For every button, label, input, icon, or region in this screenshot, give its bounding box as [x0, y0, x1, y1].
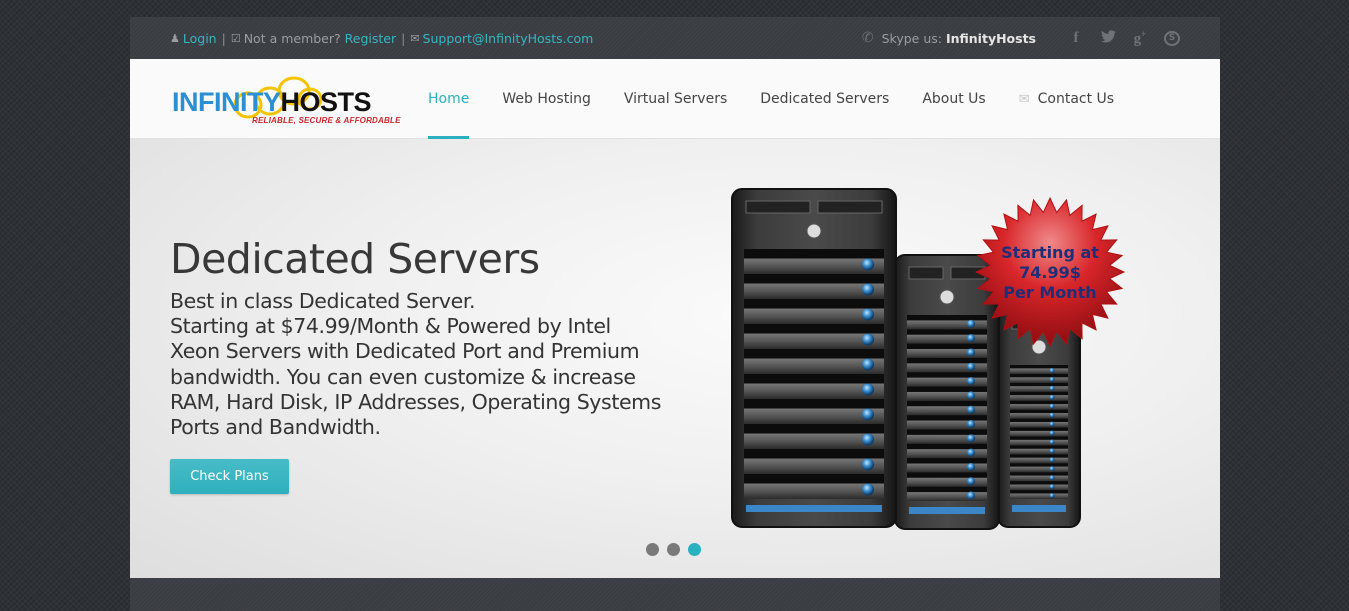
nav-label: Home — [428, 91, 470, 107]
divider: | — [401, 30, 406, 46]
brand-name: INFINITYHOSTS — [172, 87, 372, 118]
brand-tagline: RELIABLE, SECURE & AFFORDABLE — [252, 116, 401, 125]
hero-description: Best in class Dedicated Server. Starting… — [170, 289, 730, 440]
hero-line: bandwidth. You can even customize & incr… — [170, 364, 636, 389]
slider-dot-3[interactable] — [688, 543, 701, 556]
page-container: ♟ Login | ☑ Not a member? Register | ✉ S… — [130, 17, 1220, 611]
nav-item-about-us[interactable]: About Us — [922, 59, 985, 139]
check-plans-button[interactable]: Check Plans — [170, 459, 289, 494]
badge-text-line-1: Starting at — [1001, 243, 1099, 262]
skype-contact: ✆ Skype us: InfinityHosts — [862, 30, 1036, 46]
nav-label: Virtual Servers — [623, 91, 728, 107]
servers-illustration: Starting at74.99$Per Month — [731, 188, 1126, 530]
logo[interactable]: INFINITYHOSTS RELIABLE, SECURE & AFFORDA… — [172, 69, 400, 129]
twitter-icon[interactable] — [1100, 29, 1116, 47]
login-link[interactable]: Login — [183, 31, 217, 46]
brand-hosts: HOSTS — [280, 87, 372, 117]
not-member-text: Not a member? — [243, 30, 341, 46]
slider-pagination — [646, 543, 701, 556]
slider-dot-2[interactable] — [667, 543, 680, 556]
social-links: f g+ S — [1068, 29, 1180, 48]
content-strip — [130, 578, 1220, 611]
skype-icon[interactable]: S — [1164, 30, 1180, 46]
hero-title: Dedicated Servers — [170, 235, 540, 283]
skype-prefix: Skype us: — [881, 30, 942, 46]
envelope-icon: ✉ — [410, 31, 420, 45]
envelope-icon: ✉ — [1018, 91, 1030, 107]
brand-infinity: INFINITY — [172, 87, 281, 117]
register-link[interactable]: Register — [345, 31, 396, 46]
site-header: INFINITYHOSTS RELIABLE, SECURE & AFFORDA… — [130, 59, 1220, 139]
support-email-link[interactable]: Support@InfinityHosts.com — [423, 31, 594, 46]
badge-text-line-3: Per Month — [1003, 283, 1096, 302]
nav-item-web-hosting[interactable]: Web Hosting — [502, 59, 591, 139]
google-plus-icon[interactable]: g+ — [1132, 29, 1148, 48]
facebook-icon[interactable]: f — [1068, 30, 1084, 47]
nav-label: Web Hosting — [502, 91, 591, 107]
hero-line: Best in class Dedicated Server. — [170, 289, 476, 313]
divider: | — [221, 30, 226, 46]
server-tower-large — [731, 188, 897, 528]
skype-name: InfinityHosts — [945, 30, 1036, 46]
phone-icon: ✆ — [861, 30, 874, 46]
nav-item-dedicated-servers[interactable]: Dedicated Servers — [760, 59, 889, 139]
nav-item-home[interactable]: Home — [428, 59, 470, 139]
checkbox-icon: ☑ — [230, 31, 241, 45]
nav-label: Dedicated Servers — [760, 91, 890, 107]
user-icon: ♟ — [170, 31, 180, 45]
nav-label: Contact Us — [1037, 91, 1115, 107]
server-tower-medium — [894, 254, 1000, 530]
nav-item-virtual-servers[interactable]: Virtual Servers — [624, 59, 727, 139]
nav-item-contact-us[interactable]: ✉ Contact Us — [1019, 59, 1114, 139]
nav-label: About Us — [922, 91, 986, 107]
slider-dot-1[interactable] — [646, 543, 659, 556]
hero-line: RAM, Hard Disk, IP Addresses, Operating … — [170, 389, 662, 414]
hero-line: Xeon Servers with Dedicated Port and Pre… — [170, 339, 640, 364]
hero-line: Ports and Bandwidth. — [170, 415, 381, 440]
badge-text-line-2: 74.99$ — [1019, 263, 1081, 282]
top-bar: ♟ Login | ☑ Not a member? Register | ✉ S… — [130, 17, 1220, 59]
hero-slider: Dedicated Servers Best in class Dedicate… — [130, 139, 1220, 578]
main-nav: Home Web Hosting Virtual Servers Dedicat… — [428, 59, 1147, 139]
hero-line: Starting at $74.99/Month & Powered by In… — [170, 314, 611, 339]
